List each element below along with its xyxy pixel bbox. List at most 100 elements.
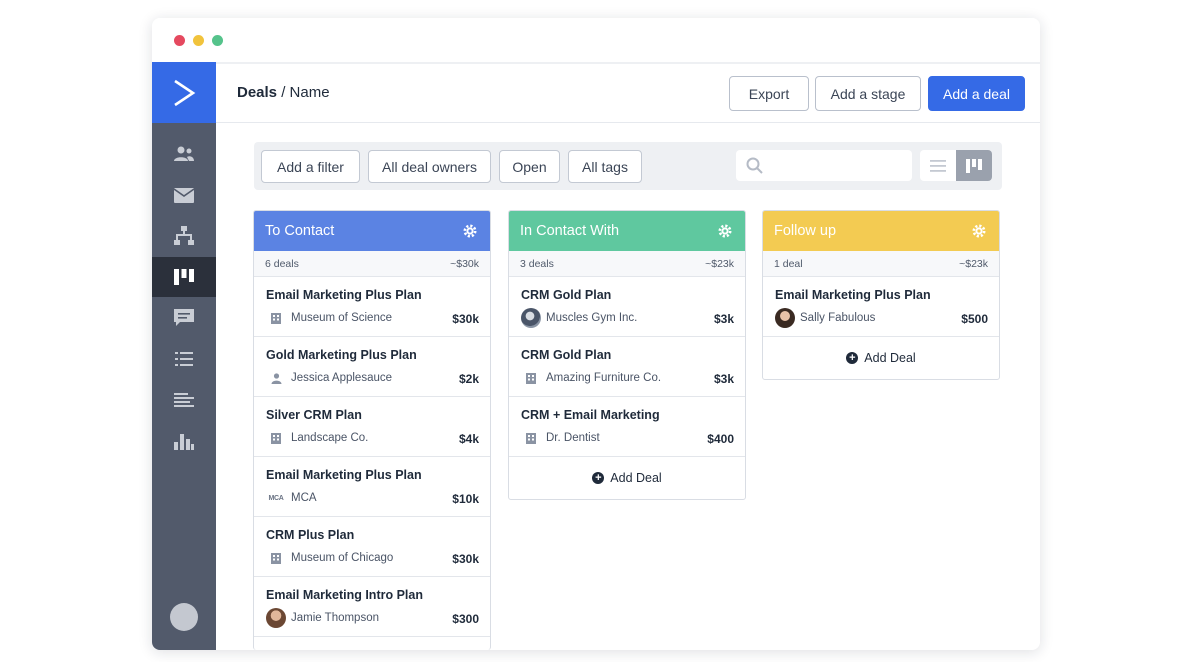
board-view-icon [966, 158, 982, 173]
user-avatar[interactable] [170, 603, 198, 631]
column-settings-button[interactable] [462, 223, 478, 243]
deal-card[interactable]: Email Marketing Plus Plan MCA MCA $10k [254, 457, 490, 517]
close-window-dot[interactable] [174, 35, 185, 46]
gear-icon [463, 224, 477, 238]
deal-org: Amazing Furniture Co. [521, 368, 661, 388]
deal-title: Gold Marketing Plus Plan [266, 348, 417, 362]
building-icon [521, 428, 541, 448]
column-header: To Contact [254, 211, 490, 251]
search-box[interactable] [736, 150, 912, 181]
org-name[interactable]: Dr. Dentist [546, 432, 600, 444]
mail-icon [174, 187, 194, 203]
deal-title: Silver CRM Plan [266, 408, 362, 422]
deal-title: CRM Plus Plan [266, 528, 355, 542]
deal-value: $400 [707, 432, 734, 446]
add-deal-column-button[interactable]: + Add Deal [509, 457, 745, 499]
reports-text-icon [174, 393, 194, 407]
person-icon [266, 368, 286, 388]
column-settings-button[interactable] [717, 223, 733, 243]
column-stats: 3 deals ~$23k [509, 251, 745, 277]
breadcrumb: Deals / Name [237, 84, 330, 101]
sidebar-item-automations[interactable] [152, 216, 216, 256]
avatar-photo-icon [521, 308, 541, 328]
contact-name[interactable]: Jamie Thompson [291, 612, 379, 624]
deal-org: Dr. Dentist [521, 428, 600, 448]
org-name[interactable]: MCA [291, 492, 317, 504]
deal-org: Museum of Chicago [266, 548, 393, 568]
sidebar-item-conversations[interactable] [152, 298, 216, 338]
deal-contact: Jessica Applesauce [266, 368, 392, 388]
deal-card[interactable]: Gold Marketing Plus Plan Jessica Applesa… [254, 337, 490, 397]
page-header: Deals / Name Export Add a stage Add a de… [216, 62, 1040, 123]
contact-name[interactable]: Jessica Applesauce [291, 372, 392, 384]
title-bar [152, 18, 1040, 62]
column-title: To Contact [265, 223, 335, 239]
deal-value: $4k [458, 432, 479, 446]
building-icon [266, 548, 286, 568]
sidebar [152, 62, 216, 650]
deal-card[interactable]: CRM Gold Plan Amazing Furniture Co. $3k [509, 337, 745, 397]
sidebar-item-analytics[interactable] [152, 421, 216, 461]
deal-card[interactable]: CRM + Email Marketing Dr. Dentist $400 [509, 397, 745, 457]
org-name[interactable]: Museum of Chicago [291, 552, 393, 564]
contact-name[interactable]: Sally Fabulous [800, 312, 875, 324]
sidebar-item-reports[interactable] [152, 380, 216, 420]
add-deal-button[interactable]: Add a deal [928, 76, 1025, 111]
add-filter-button[interactable]: Add a filter [261, 150, 360, 183]
sidebar-item-deals[interactable] [152, 257, 216, 297]
export-button[interactable]: Export [729, 76, 809, 111]
deal-total: ~$23k [959, 257, 988, 270]
add-stage-button[interactable]: Add a stage [815, 76, 921, 111]
deal-card[interactable]: CRM Gold Plan Muscles Gym Inc. $3k [509, 277, 745, 337]
add-deal-label: Add Deal [864, 351, 916, 365]
deal-card[interactable]: Email Marketing Plus Plan Sally Fabulous… [763, 277, 999, 337]
deal-value: $10k [452, 492, 479, 506]
sidebar-item-email[interactable] [152, 175, 216, 215]
deal-org: Muscles Gym Inc. [521, 308, 637, 328]
breadcrumb-section[interactable]: Deals [237, 84, 277, 101]
deal-value: $2k [458, 372, 479, 386]
deal-value: $300 [452, 612, 479, 626]
deal-contact: Jamie Thompson [266, 608, 379, 628]
column-title: Follow up [774, 223, 837, 239]
status-dropdown[interactable]: Open [499, 150, 560, 183]
deal-card[interactable]: Email Marketing Intro Plan Jamie Thompso… [254, 577, 490, 637]
org-name[interactable]: Museum of Science [291, 312, 392, 324]
board-view-button[interactable] [956, 150, 992, 181]
deal-contact: Sally Fabulous [775, 308, 875, 328]
plus-circle-icon: + [592, 472, 605, 484]
deals-board-icon [174, 269, 194, 285]
deal-card[interactable]: Silver CRM Plan Landscape Co. $4k [254, 397, 490, 457]
deal-title: Email Marketing Plus Plan [266, 288, 422, 302]
list-view-button[interactable] [920, 150, 956, 181]
deal-card[interactable]: CRM Plus Plan Museum of Chicago $30k [254, 517, 490, 577]
sidebar-item-lists[interactable] [152, 339, 216, 379]
deal-owners-dropdown[interactable]: All deal owners [368, 150, 491, 183]
brand-logo[interactable] [152, 62, 216, 123]
sidebar-item-contacts[interactable] [152, 134, 216, 174]
tags-dropdown[interactable]: All tags [568, 150, 642, 183]
add-deal-column-button[interactable]: + Add Deal [763, 337, 999, 379]
deal-value: $3k [713, 372, 734, 386]
deal-org: Landscape Co. [266, 428, 368, 448]
org-name[interactable]: Amazing Furniture Co. [546, 372, 661, 384]
org-name[interactable]: Muscles Gym Inc. [546, 312, 637, 324]
deal-count: 1 deal [774, 257, 803, 270]
maximize-window-dot[interactable] [212, 35, 223, 46]
automations-icon [174, 226, 194, 245]
column-settings-button[interactable] [971, 223, 987, 243]
search-input[interactable] [768, 154, 904, 177]
building-icon [266, 428, 286, 448]
column-header: Follow up [763, 211, 999, 251]
deal-card[interactable]: Email Marketing Plus Plan Museum of Scie… [254, 277, 490, 337]
deal-value: $500 [961, 312, 988, 326]
avatar-photo-icon [266, 608, 286, 628]
minimize-window-dot[interactable] [193, 35, 204, 46]
org-name[interactable]: Landscape Co. [291, 432, 368, 444]
add-deal-label: Add Deal [610, 471, 662, 485]
deal-total: ~$30k [450, 257, 479, 270]
deal-title: CRM Gold Plan [521, 288, 612, 302]
plus-circle-icon: + [846, 352, 859, 364]
gear-icon [972, 224, 986, 238]
avatar-photo-icon [775, 308, 795, 328]
